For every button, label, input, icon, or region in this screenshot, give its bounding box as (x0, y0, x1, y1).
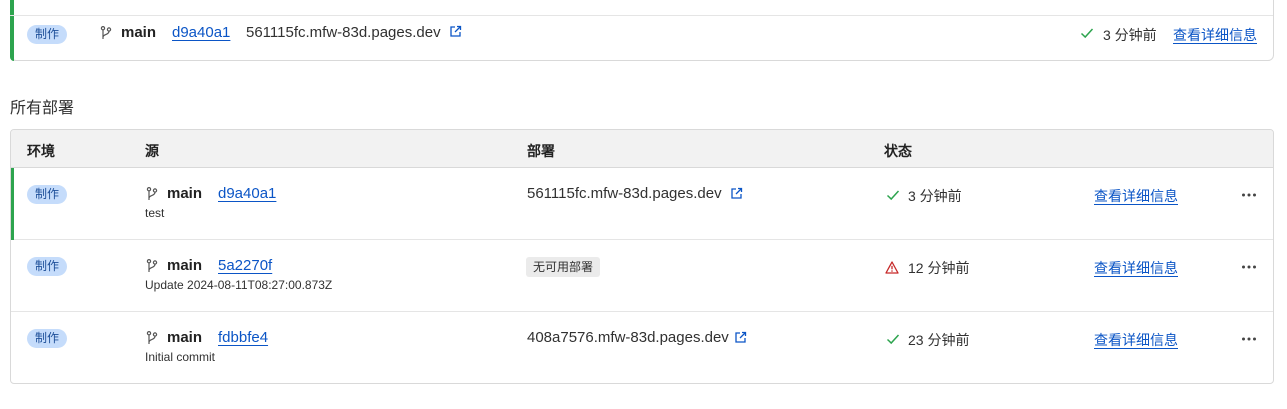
branch-name: main (121, 24, 157, 41)
view-details-link[interactable]: 查看详细信息 (1094, 258, 1178, 278)
check-icon (1080, 28, 1094, 39)
branch-name: main (167, 329, 203, 346)
deployments-table: 环境 源 部署 状态 制作 main d9a40a1 test 561115fc… (10, 129, 1274, 384)
section-title: 所有部署 (10, 100, 75, 117)
table-header: 环境 源 部署 状态 (11, 130, 1273, 168)
table-row: 制作 main 5a2270f Update 2024-08-11T08:27:… (11, 240, 1273, 312)
header-environment: 环境 (27, 143, 55, 159)
environment-badge: 制作 (27, 25, 68, 44)
table-row: 制作 main d9a40a1 test 561115fc.mfw-83d.pa… (11, 168, 1273, 240)
status-time: 3 分钟前 (1103, 27, 1157, 43)
commit-link[interactable]: fdbbfe4 (218, 329, 268, 346)
commit-message: Update 2024-08-11T08:27:00.873Z (145, 278, 333, 292)
more-options-icon[interactable] (1241, 193, 1257, 197)
status-time: 3 分钟前 (908, 188, 962, 204)
branch-name: main (167, 257, 203, 274)
commit-link[interactable]: 5a2270f (218, 257, 272, 274)
branch-icon (100, 26, 112, 39)
latest-deployment-card: 制作 main d9a40a1 561115fc.mfw-83d.pages.d… (10, 0, 1274, 61)
environment-badge: 制作 (27, 329, 68, 348)
view-details-link[interactable]: 查看详细信息 (1094, 186, 1178, 206)
branch-icon (146, 187, 158, 200)
commit-link[interactable]: d9a40a1 (218, 185, 276, 202)
commit-link[interactable]: d9a40a1 (172, 24, 230, 41)
header-status: 状态 (884, 143, 912, 159)
commit-message: test (145, 206, 165, 220)
deployment-url[interactable]: 561115fc.mfw-83d.pages.dev (246, 24, 441, 41)
view-details-link[interactable]: 查看详细信息 (1094, 330, 1178, 350)
branch-name: main (167, 185, 203, 202)
more-options-icon[interactable] (1241, 265, 1257, 269)
header-source: 源 (145, 143, 159, 159)
check-icon (886, 334, 900, 345)
status-time: 23 分钟前 (908, 332, 970, 348)
environment-badge: 制作 (27, 185, 68, 204)
more-options-icon[interactable] (1241, 337, 1257, 341)
deployment-url[interactable]: 408a7576.mfw-83d.pages.dev (527, 329, 729, 346)
warning-icon (885, 261, 899, 274)
branch-icon (146, 259, 158, 272)
table-row: 制作 main fdbbfe4 Initial commit 408a7576.… (11, 312, 1273, 383)
external-link-icon[interactable] (449, 25, 462, 38)
deployment-url[interactable]: 561115fc.mfw-83d.pages.dev (527, 185, 722, 202)
check-icon (886, 190, 900, 201)
status-time: 12 分钟前 (908, 260, 970, 276)
commit-message: Initial commit (145, 350, 216, 364)
branch-icon (146, 331, 158, 344)
latest-deployment-row: 制作 main d9a40a1 561115fc.mfw-83d.pages.d… (11, 16, 1273, 61)
external-link-icon[interactable] (730, 187, 743, 200)
external-link-icon[interactable] (734, 331, 747, 344)
environment-badge: 制作 (27, 257, 68, 276)
header-deployment: 部署 (527, 143, 555, 159)
view-details-link[interactable]: 查看详细信息 (1173, 25, 1257, 45)
no-deployment-badge: 无可用部署 (526, 257, 601, 277)
active-indicator-top (10, 0, 14, 15)
active-indicator (11, 168, 14, 240)
